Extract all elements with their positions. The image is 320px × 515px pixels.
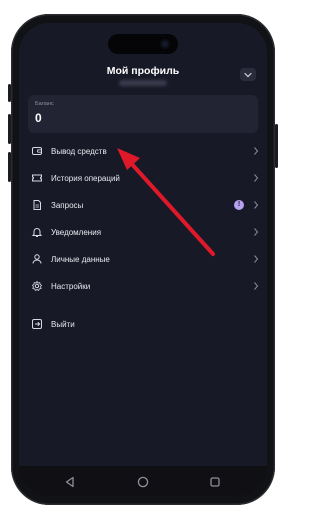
menu-item-withdraw[interactable]: Вывод средств [28, 140, 260, 162]
menu-item-settings[interactable]: Настройки [28, 275, 260, 297]
ticket-icon [32, 174, 42, 182]
home-icon[interactable] [136, 475, 150, 489]
camera-icon [160, 39, 170, 49]
document-icon [33, 200, 41, 210]
menu-item-notifications[interactable]: Уведомления [28, 221, 260, 243]
chevron-right-icon [254, 174, 259, 182]
back-icon[interactable] [63, 475, 77, 489]
side-button-left [8, 114, 11, 144]
blurred-user-id [119, 80, 167, 86]
side-button-left [8, 84, 11, 102]
side-button-left [8, 152, 11, 182]
menu-item-label: Уведомления [51, 227, 102, 237]
android-nav-bar [19, 466, 267, 496]
bell-icon [31, 228, 43, 237]
logout-icon [32, 319, 42, 329]
wallet-icon [32, 147, 42, 155]
chevron-right-icon [254, 147, 259, 155]
side-button-right [275, 124, 278, 168]
balance-card: Баланс 0 [28, 95, 258, 133]
gear-icon [31, 280, 43, 291]
logout-label: Выйти [51, 319, 75, 329]
chevron-right-icon [254, 282, 259, 290]
page-title: Мой профиль [106, 65, 180, 77]
logout-button[interactable]: Выйти [28, 313, 260, 335]
menu-item-label: Настройки [51, 281, 91, 291]
chevron-right-icon [254, 228, 259, 236]
user-icon [32, 254, 42, 264]
menu-item-label: Запросы [51, 200, 84, 210]
chevron-down-icon [244, 72, 252, 77]
menu-item-requests[interactable]: Запросы ! [28, 194, 260, 216]
menu-item-label: Вывод средств [51, 146, 107, 156]
menu-item-history[interactable]: История операций [28, 167, 260, 189]
phone-screen: Мой профиль Баланс 0 Вывод средств Истор… [19, 23, 267, 496]
balance-value: 0 [35, 111, 42, 125]
profile-dropdown-button[interactable] [240, 68, 256, 81]
menu-item-personal-data[interactable]: Личные данные [28, 248, 260, 270]
menu-item-label: История операций [51, 173, 120, 183]
recents-icon[interactable] [208, 475, 222, 489]
chevron-right-icon [254, 255, 259, 263]
chevron-right-icon [254, 201, 259, 209]
balance-label: Баланс [35, 101, 54, 107]
menu-item-label: Личные данные [51, 254, 110, 264]
notification-badge: ! [234, 200, 244, 210]
dynamic-island [108, 34, 178, 54]
